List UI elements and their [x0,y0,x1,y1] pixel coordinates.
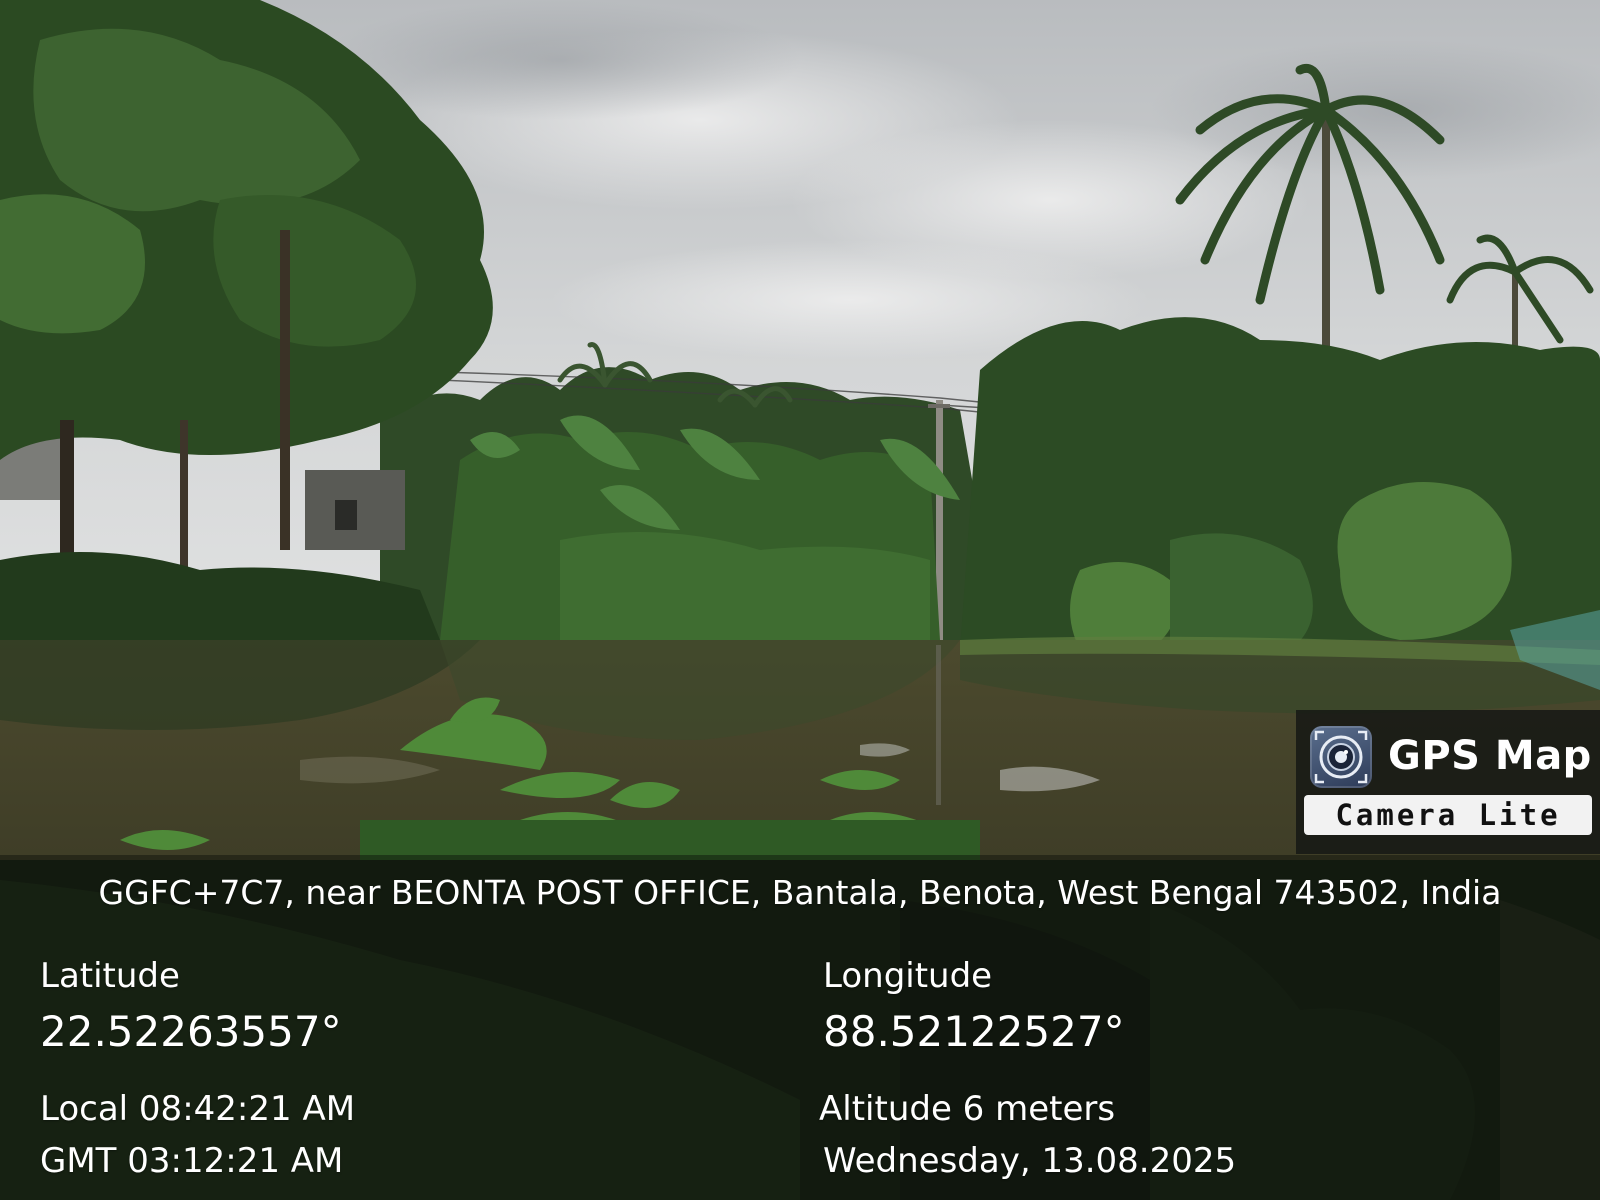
altitude-text: Altitude 6 meters [819,1089,1116,1129]
latitude-value: 22.52263557° [40,1007,342,1056]
local-time: Local 08:42:21 AM [40,1089,356,1129]
longitude-label: Longitude [823,956,993,996]
longitude-value: 88.52122527° [823,1007,1125,1056]
date-text: Wednesday, 13.08.2025 [823,1141,1237,1181]
camera-lens-icon [1310,726,1372,788]
latitude-label: Latitude [40,956,180,996]
badge-subtitle: Camera Lite [1304,795,1592,835]
gmt-time: GMT 03:12:21 AM [40,1141,344,1181]
gps-map-camera-badge: GPS Map Camera Lite [1296,710,1600,854]
coconut-palm [1322,105,1330,375]
address-text: GGFC+7C7, near BEONTA POST OFFICE, Banta… [98,873,1502,912]
badge-title: GPS Map [1388,733,1592,779]
geotagged-photo: GPS Map Camera Lite GGFC+7C7, near BEONT… [0,0,1600,1200]
